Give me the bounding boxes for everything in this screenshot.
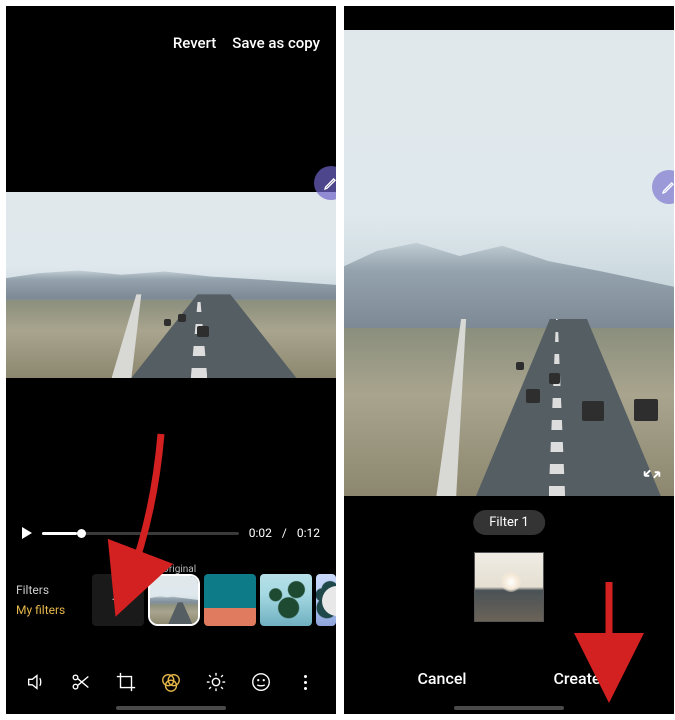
playback-duration: 0:12: [297, 526, 320, 540]
image-preview[interactable]: [344, 30, 674, 496]
editor-screen: Revert Save as copy 0:02 / 0:12 Original…: [6, 6, 336, 714]
bottom-toolbar: [6, 666, 336, 698]
create-button[interactable]: Create: [553, 669, 600, 688]
more-icon[interactable]: [289, 666, 321, 698]
revert-button[interactable]: Revert: [173, 34, 216, 52]
top-actions: Revert Save as copy: [173, 34, 320, 52]
seek-track[interactable]: [42, 532, 239, 535]
filter-name-chip[interactable]: Filter 1: [473, 510, 545, 535]
collapse-icon[interactable]: [638, 460, 666, 488]
filters-row: Filters My filters +: [6, 574, 336, 626]
tab-filters[interactable]: Filters: [16, 583, 92, 597]
crop-icon[interactable]: [110, 666, 142, 698]
speaker-icon[interactable]: [20, 666, 52, 698]
gesture-bar: [116, 706, 226, 710]
filter-icon[interactable]: [155, 666, 187, 698]
brightness-icon[interactable]: [200, 666, 232, 698]
player-bar: 0:02 / 0:12: [22, 526, 320, 540]
create-filter-screen: Filter 1 Cancel Create: [344, 6, 674, 714]
cancel-button[interactable]: Cancel: [417, 669, 466, 688]
save-copy-button[interactable]: Save as copy: [232, 34, 320, 52]
bottom-actions: Cancel Create: [344, 669, 674, 688]
filter-thumb-2[interactable]: [260, 574, 312, 626]
add-filter-button[interactable]: +: [92, 574, 144, 626]
play-icon[interactable]: [22, 527, 32, 539]
cut-icon[interactable]: [65, 666, 97, 698]
filter-thumb-original[interactable]: [148, 574, 200, 626]
playback-sep: /: [282, 526, 287, 540]
tab-my-filters[interactable]: My filters: [16, 603, 92, 617]
playback-position: 0:02: [249, 526, 272, 540]
filter-source-thumb[interactable]: [474, 552, 544, 622]
emoji-icon[interactable]: [245, 666, 277, 698]
gesture-bar: [454, 706, 564, 710]
filter-thumb-1[interactable]: [204, 574, 256, 626]
plus-icon: +: [112, 588, 124, 613]
video-preview[interactable]: [6, 192, 336, 378]
